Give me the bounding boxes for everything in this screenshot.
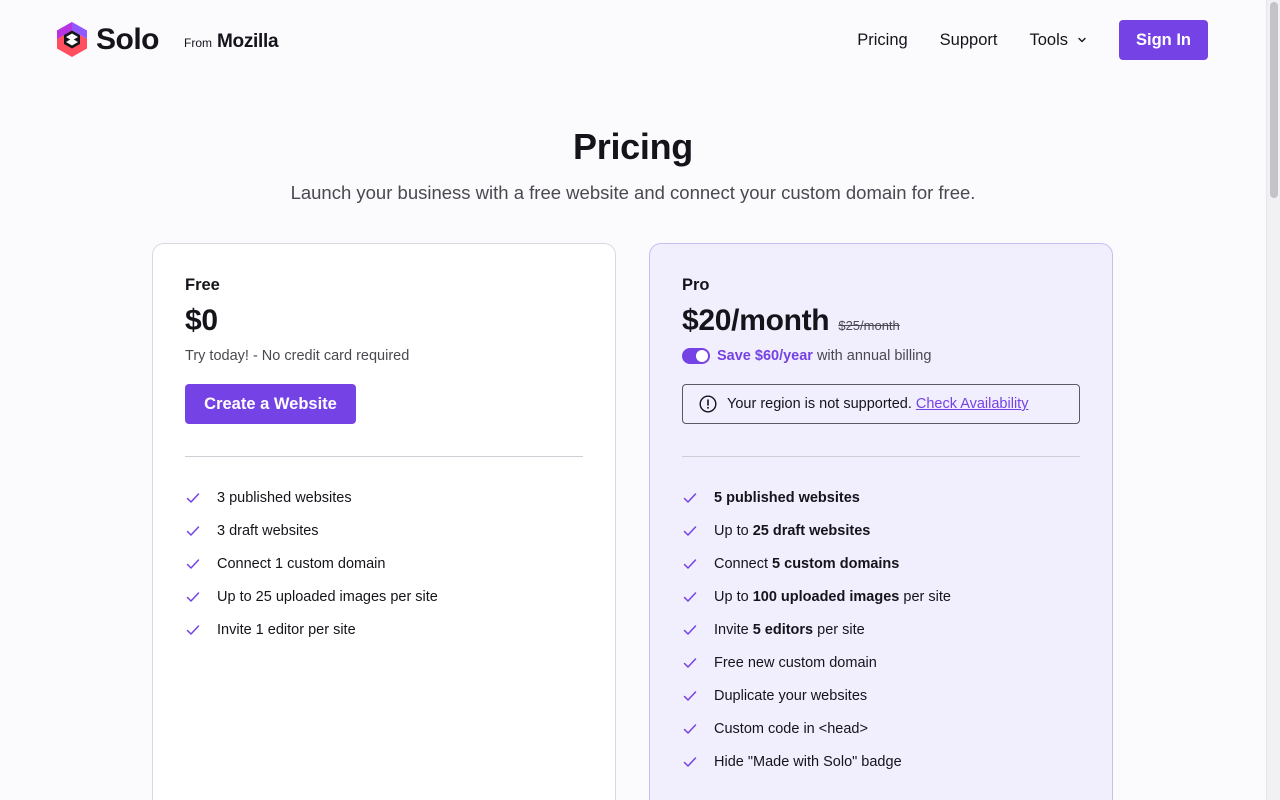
feature-text-bold: 5 published websites: [714, 489, 860, 506]
scrollbar-thumb[interactable]: [1270, 2, 1278, 198]
feature-text: Up to 25 draft websites: [714, 523, 870, 539]
mozilla-attribution: From Mozilla: [184, 31, 279, 53]
feature-item: Free new custom domain: [682, 646, 1080, 679]
nav-support[interactable]: Support: [940, 31, 998, 50]
feature-text-pre: Hide "Made with Solo" badge: [714, 753, 902, 770]
price-note: Try today! - No credit card required: [185, 348, 410, 364]
feature-item: Custom code in <head>: [682, 712, 1080, 745]
feature-text-bold: 5 editors: [752, 621, 814, 638]
feature-text-pre: Custom code in <head>: [714, 720, 868, 737]
feature-text: 3 draft websites: [217, 522, 319, 539]
nav-pricing[interactable]: Pricing: [857, 31, 907, 50]
check-icon: [683, 690, 697, 701]
plan-price: $0: [185, 304, 218, 337]
plan-name: Pro: [682, 276, 710, 294]
check-icon: [683, 558, 697, 569]
feature-text-post: per site: [899, 588, 951, 605]
feature-text: 3 published websites: [217, 489, 352, 506]
feature-text: Duplicate your websites: [714, 688, 867, 704]
feature-text-pre: Connect: [714, 555, 773, 572]
feature-text-pre: Up to: [714, 522, 753, 539]
check-icon: [683, 624, 697, 635]
feature-text-pre: Invite: [714, 621, 753, 638]
feature-item: Up to 100 uploaded images per site: [682, 580, 1080, 613]
site-header: Solo From Mozilla Pricing Support Tools …: [0, 0, 1266, 80]
feature-item: Invite 1 editor per site: [185, 613, 583, 646]
price-row: $20/month $25/month: [682, 304, 1080, 338]
feature-item: Up to 25 draft websites: [682, 514, 1080, 547]
feature-text-pre: Up to: [714, 588, 753, 605]
feature-item: 3 draft websites: [185, 514, 583, 547]
feature-item: Invite 5 editors per site: [682, 613, 1080, 646]
original-price: $25/month: [838, 318, 900, 333]
toggle-knob: [696, 350, 708, 362]
create-website-button[interactable]: Create a Website: [185, 384, 356, 424]
check-icon: [683, 591, 697, 602]
brand-name: Solo: [96, 23, 160, 56]
feature-item: Connect 5 custom domains: [682, 547, 1080, 580]
plan-name: Free: [185, 276, 220, 294]
plan-price: $20/month: [682, 304, 830, 337]
nav-tools[interactable]: Tools: [1029, 31, 1087, 50]
feature-text: Connect 1 custom domain: [217, 555, 386, 572]
nav-tools-label: Tools: [1029, 30, 1068, 49]
save-text: Save $60/year: [717, 348, 813, 364]
check-icon: [683, 756, 697, 767]
from-label: From: [184, 36, 212, 50]
price-row: $0: [185, 304, 583, 338]
feature-item: Connect 1 custom domain: [185, 547, 583, 580]
feature-text-pre: Free new custom domain: [714, 654, 877, 671]
feature-item: 5 published websites: [682, 481, 1080, 514]
check-icon: [683, 525, 697, 536]
pro-plan-card: Pro $20/month $25/month Save $60/year wi…: [649, 243, 1113, 800]
check-icon: [186, 558, 200, 569]
feature-text-bold: 5 custom domains: [772, 555, 900, 572]
mozilla-wordmark: Mozilla: [217, 31, 279, 52]
solo-logo-icon: [57, 22, 87, 57]
check-icon: [683, 492, 697, 503]
main-nav: Pricing Support Tools Sign In: [857, 20, 1208, 60]
feature-text-bold: 25 draft websites: [752, 522, 871, 539]
sign-in-button[interactable]: Sign In: [1119, 20, 1208, 60]
free-plan-card: Free $0 Try today! - No credit card requ…: [152, 243, 616, 800]
billing-suffix: with annual billing: [816, 348, 932, 364]
feature-text: Custom code in <head>: [714, 721, 868, 737]
feature-text-post: per site: [813, 621, 865, 638]
feature-text-bold: 100 uploaded images: [752, 588, 900, 605]
feature-list: 3 published websites 3 draft websites Conn…: [185, 481, 583, 646]
feature-text: Invite 5 editors per site: [714, 622, 865, 638]
feature-item: Duplicate your websites: [682, 679, 1080, 712]
chevron-down-icon: [1078, 37, 1086, 43]
divider: [682, 456, 1080, 457]
check-availability-link[interactable]: Check Availability: [916, 396, 1029, 412]
feature-text: Up to 25 uploaded images per site: [217, 588, 438, 605]
feature-text: 5 published websites: [714, 490, 860, 506]
feature-item: Up to 25 uploaded images per site: [185, 580, 583, 613]
region-message: Your region is not supported.: [727, 396, 912, 412]
check-icon: [186, 525, 200, 536]
check-icon: [683, 657, 697, 668]
annual-billing-toggle[interactable]: [682, 348, 710, 364]
page-title: Pricing: [573, 126, 693, 167]
check-icon: [186, 591, 200, 602]
region-warning: Your region is not supported. Check Avai…: [682, 384, 1080, 424]
feature-text: Invite 1 editor per site: [217, 621, 356, 638]
feature-item: Hide "Made with Solo" badge: [682, 745, 1080, 778]
check-icon: [186, 492, 200, 503]
page-subtitle: Launch your business with a free website…: [290, 182, 976, 203]
feature-text: Up to 100 uploaded images per site: [714, 589, 951, 605]
vertical-scrollbar[interactable]: [1266, 0, 1280, 800]
alert-circle-icon: [699, 395, 717, 413]
feature-list: 5 published websites Up to 25 draft websi…: [682, 481, 1080, 778]
annual-billing-row: Save $60/year with annual billing: [682, 348, 1080, 364]
feature-text-pre: Duplicate your websites: [714, 687, 868, 704]
solo-logo[interactable]: Solo: [56, 21, 160, 58]
check-icon: [186, 624, 200, 635]
check-icon: [683, 723, 697, 734]
feature-text: Hide "Made with Solo" badge: [714, 754, 902, 770]
feature-text: Connect 5 custom domains: [714, 556, 899, 572]
divider: [185, 456, 583, 457]
feature-text: Free new custom domain: [714, 655, 877, 671]
feature-item: 3 published websites: [185, 481, 583, 514]
